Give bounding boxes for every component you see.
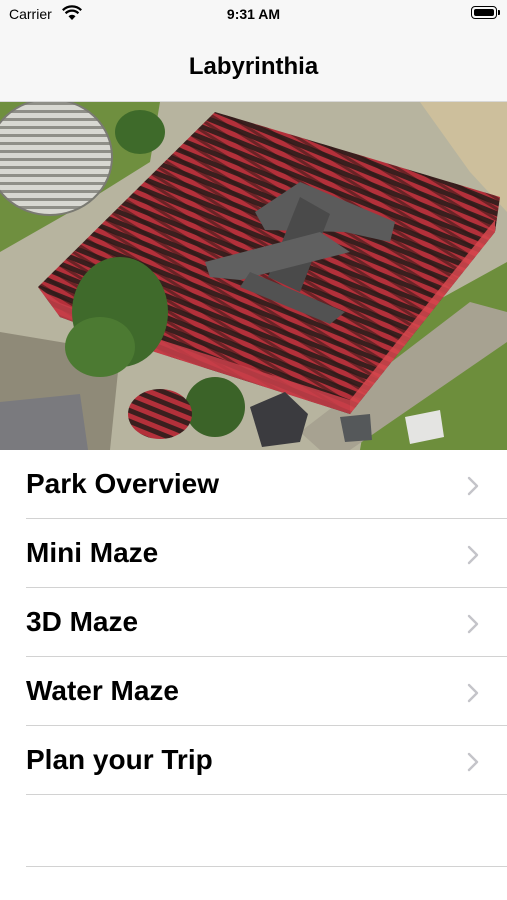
- clock: 9:31 AM: [226, 6, 281, 22]
- navigation-bar: Labyrinthia: [0, 28, 507, 102]
- page-title: Labyrinthia: [188, 53, 319, 80]
- status-bar: Carrier 9:31 AM: [0, 0, 507, 28]
- menu-item-label: Plan your Trip: [26, 744, 213, 775]
- menu-item-park-overview[interactable]: Park Overview: [0, 450, 507, 519]
- menu-item-mini-maze[interactable]: Mini Maze: [0, 519, 507, 588]
- chevron-right-icon: [467, 614, 479, 634]
- menu-item-label: 3D Maze: [26, 606, 139, 637]
- chevron-right-icon: [467, 545, 479, 565]
- row-separator: [26, 794, 507, 795]
- menu-item-label: Mini Maze: [26, 537, 159, 568]
- chevron-right-icon: [467, 752, 479, 772]
- battery-icon: [471, 6, 500, 19]
- menu-item-plan-your-trip[interactable]: Plan your Trip: [0, 726, 507, 795]
- chevron-right-icon: [467, 476, 479, 496]
- menu-list: Park Overview Mini Maze 3D Maze Water Ma…: [0, 450, 507, 795]
- chevron-right-icon: [467, 683, 479, 703]
- menu-item-label: Park Overview: [26, 468, 220, 499]
- list-footer-separator: [26, 866, 507, 867]
- menu-item-water-maze[interactable]: Water Maze: [0, 657, 507, 726]
- menu-item-3d-maze[interactable]: 3D Maze: [0, 588, 507, 657]
- maze-photo: [0, 102, 507, 450]
- menu-item-label: Water Maze: [26, 675, 180, 706]
